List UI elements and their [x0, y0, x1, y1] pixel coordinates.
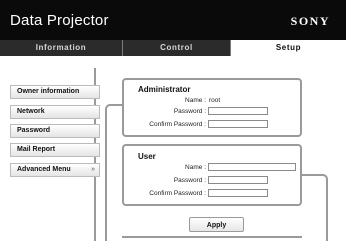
admin-confirm-password-field[interactable]: [208, 120, 268, 128]
frame-connector-right: [302, 174, 328, 241]
administrator-group: Administrator Name : root Password : Con…: [122, 78, 302, 137]
sidebar-item-label: Advanced Menu: [17, 166, 71, 173]
double-chevron-down-icon: »: [91, 166, 95, 173]
sidebar-item-network[interactable]: Network: [10, 105, 100, 119]
frame-connector-left: [105, 104, 122, 241]
sidebar-item-password[interactable]: Password: [10, 124, 100, 138]
user-title: User: [138, 152, 156, 161]
sidebar-item-advanced-menu[interactable]: Advanced Menu »: [10, 163, 100, 177]
tab-setup[interactable]: Setup: [231, 40, 346, 56]
admin-password-field[interactable]: [208, 107, 268, 115]
brand-logo: SONY: [290, 14, 330, 28]
sidebar-item-owner-information[interactable]: Owner information: [10, 85, 100, 99]
user-confirm-password-field[interactable]: [208, 189, 268, 197]
main-tabs: Information Control Setup: [0, 40, 346, 56]
admin-password-label: Password :: [173, 108, 206, 115]
tab-control[interactable]: Control: [123, 40, 231, 56]
sidebar-item-label: Network: [17, 108, 45, 115]
admin-name-label: Name :: [185, 97, 206, 104]
user-group: User Name : Password : Confirm Password …: [122, 144, 302, 206]
app-title: Data Projector: [10, 12, 109, 29]
sidebar-item-label: Password: [17, 127, 51, 134]
user-confirm-password-label: Confirm Password :: [149, 190, 206, 197]
administrator-title: Administrator: [138, 85, 191, 94]
user-name-field[interactable]: [208, 163, 296, 171]
admin-confirm-password-label: Confirm Password :: [149, 121, 206, 128]
admin-name-value: root: [209, 97, 221, 104]
user-password-field[interactable]: [208, 176, 268, 184]
user-password-label: Password :: [173, 177, 206, 184]
apply-divider: [122, 236, 302, 238]
sidebar-item-mail-report[interactable]: Mail Report: [10, 143, 100, 157]
app-header: Data Projector SONY: [0, 0, 346, 40]
user-name-label: Name :: [185, 164, 206, 171]
apply-button[interactable]: Apply: [189, 217, 244, 232]
sidebar-item-label: Mail Report: [17, 146, 56, 153]
tab-information[interactable]: Information: [0, 40, 123, 56]
sidebar-item-label: Owner information: [17, 88, 80, 95]
